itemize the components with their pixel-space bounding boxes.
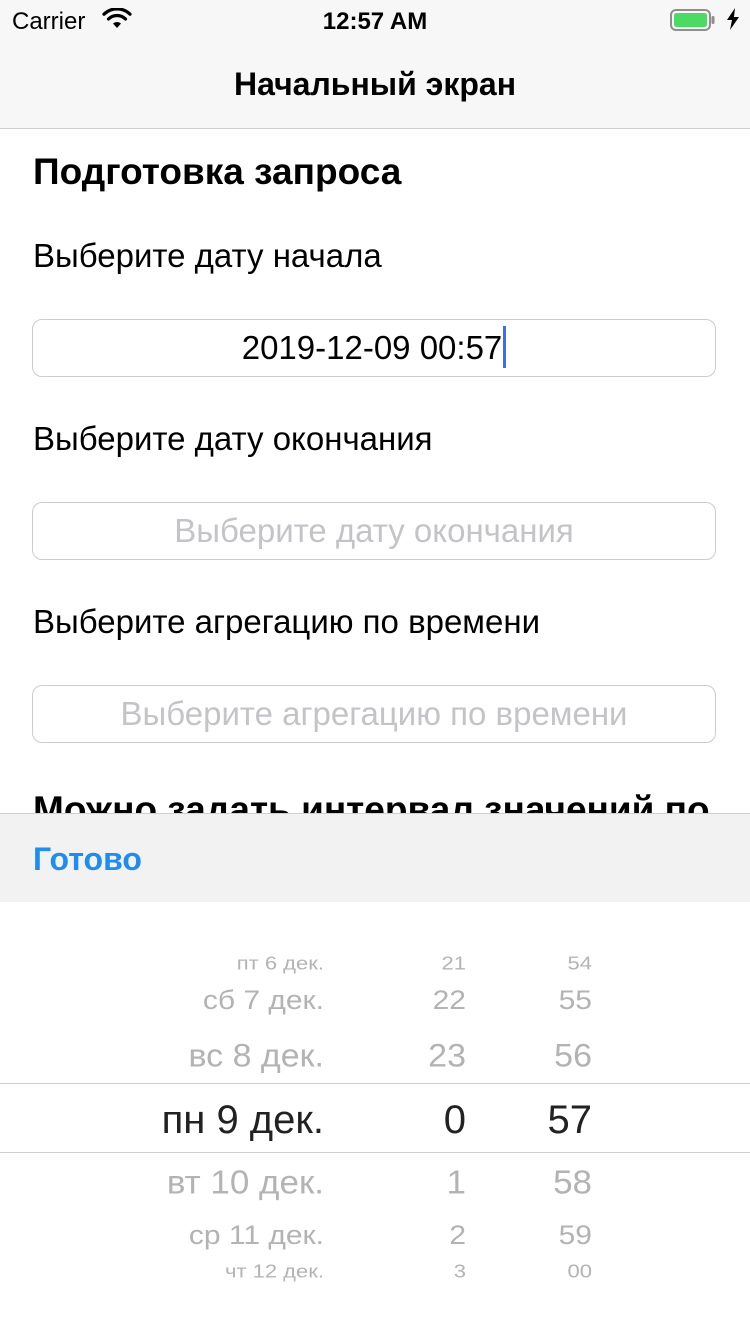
status-time: 12:57 AM (322, 8, 428, 35)
picker-fade-top (0, 902, 750, 962)
start-date-field[interactable]: 2019-12-09 00:57 (32, 319, 716, 377)
form-content: Подготовка запроса Выберите дату начала … (0, 129, 750, 813)
picker-day-item[interactable]: сб 7 дек. (203, 987, 324, 1014)
picker-minute-item[interactable]: 59 (559, 1222, 592, 1249)
end-date-label: Выберите дату окончания (33, 420, 433, 457)
aggregation-field[interactable]: Выберите агрегацию по времени (32, 685, 716, 743)
date-time-picker[interactable]: пт 6 дек. сб 7 дек. вс 8 дек. пн 9 дек. вт 1… (0, 902, 750, 1334)
picker-day-item[interactable]: пн 9 дек. (162, 1100, 324, 1140)
picker-day-item[interactable]: ср 11 дек. (189, 1222, 324, 1249)
end-date-field[interactable]: Выберите дату окончания (32, 502, 716, 560)
end-date-placeholder: Выберите дату окончания (174, 512, 574, 549)
picker-fade-bottom (0, 1274, 750, 1334)
start-date-label: Выберите дату начала (33, 237, 382, 274)
battery-icon (670, 9, 716, 31)
start-date-value: 2019-12-09 00:57 (241, 329, 503, 366)
navigation-bar: Начальный экран (0, 40, 750, 129)
page-title: Начальный экран (233, 66, 517, 102)
picker-minute-item[interactable]: 55 (559, 987, 592, 1014)
text-cursor (503, 326, 507, 369)
picker-day-item[interactable]: вт 10 дек. (167, 1166, 324, 1199)
interval-heading: Можно задать интервал значений по (33, 789, 710, 813)
section-title: Подготовка запроса (33, 151, 402, 192)
selection-line-bottom (0, 1152, 750, 1153)
aggregation-label: Выберите агрегацию по времени (33, 603, 541, 640)
picker-hour-item[interactable]: 22 (433, 987, 466, 1014)
aggregation-placeholder: Выберите агрегацию по времени (120, 695, 628, 732)
picker-hour-item[interactable]: 0 (444, 1100, 466, 1140)
picker-hour-item[interactable]: 23 (428, 1040, 466, 1072)
selection-line-top (0, 1083, 750, 1084)
done-button[interactable]: Готово (33, 841, 142, 878)
picker-day-item[interactable]: вс 8 дек. (188, 1040, 324, 1072)
picker-hour-item[interactable]: 1 (447, 1166, 466, 1199)
status-bar: Carrier 12:57 AM (0, 0, 750, 40)
picker-minute-item[interactable]: 58 (553, 1166, 592, 1199)
picker-minute-item[interactable]: 57 (548, 1100, 593, 1140)
picker-minute-item[interactable]: 56 (554, 1040, 592, 1072)
charging-icon (726, 8, 740, 36)
picker-toolbar: Готово (0, 813, 750, 902)
picker-hour-item[interactable]: 2 (449, 1222, 466, 1249)
